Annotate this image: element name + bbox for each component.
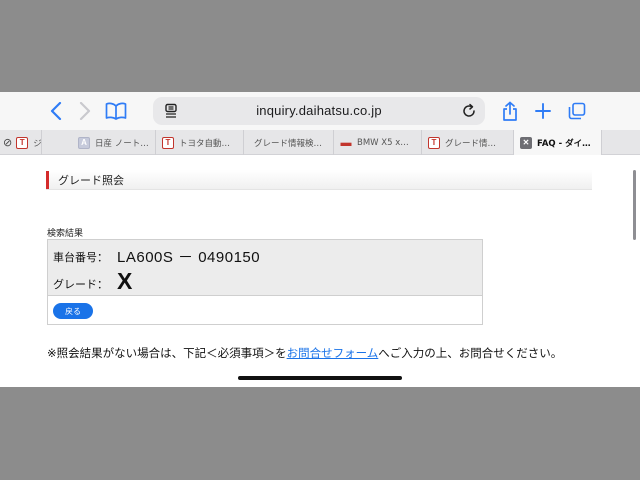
notice-text: ※照会結果がない場合は、下記＜必須事項＞をお問合せフォームへご入力の上、お問合せ… [47,345,562,361]
notice-prefix: ※照会結果がない場合は、下記＜必須事項＞を [47,346,287,360]
notice-suffix: へご入力の上、お問合せください。 [378,346,563,360]
toyota-t-favicon: T [428,136,440,149]
browser-toolbar: inquiry.daihatsu.co.jp [0,92,640,130]
chassis-number-value: LA600S － 0490150 [117,249,261,266]
address-bar[interactable]: inquiry.daihatsu.co.jp [153,97,485,125]
grade-value: X [117,268,133,294]
toyota-t-favicon: T [162,136,174,149]
browser-window: inquiry.daihatsu.co.jp ⊘ T ジ A 日産 ノート… T… [0,92,640,387]
back-nav-button[interactable] [43,98,69,124]
home-indicator[interactable] [238,376,402,380]
tab-bar: ⊘ T ジ A 日産 ノート… T トヨタ自動… グレード情報検… ▬ BMW … [0,130,640,155]
tab-grade-search[interactable]: グレード情報検… [244,130,334,155]
result-table: 車台番号： LA600S － 0490150 グレード： X 戻る [47,239,483,325]
tab-faq-active[interactable]: ✕ FAQ - ダイ… [514,130,602,155]
chevron-right-icon [79,102,91,120]
tab-grade-info[interactable]: T グレード情… [422,130,514,155]
tab-title: トヨタ自動… [179,138,231,149]
tab-title: 日産 ノート… [95,138,149,149]
tab-overview-button[interactable] [564,98,590,124]
tab-title: ジ [33,138,42,149]
section-accent-bar [46,171,49,189]
result-caption: 検索結果 [47,229,84,239]
tab-title: BMW X5 x… [357,137,409,148]
reload-icon[interactable] [461,103,477,119]
book-icon [105,102,127,120]
grade-label: グレード： [53,278,108,291]
section-header: グレード照会 [46,170,592,190]
tab-bmw[interactable]: ▬ BMW X5 x… [334,130,422,155]
result-rows: 車台番号： LA600S － 0490150 グレード： X [48,240,482,296]
pinned-tab-icon: ⊘ [3,136,13,149]
tabs-icon [568,102,586,120]
tab-toyota[interactable]: T トヨタ自動… [156,130,244,155]
forward-nav-button[interactable] [72,98,98,124]
bookmarks-button[interactable] [103,98,129,124]
tab-title: グレード情報検… [254,138,323,149]
tab-pinned-1[interactable]: ⊘ T ジ [0,130,42,155]
plus-icon [535,103,551,119]
chassis-number-label: 車台番号： [53,251,108,264]
back-button[interactable]: 戻る [53,303,93,319]
inquiry-form-link[interactable]: お問合せフォーム [287,346,379,360]
scrollbar[interactable] [633,170,636,240]
chevron-left-icon [50,102,62,120]
tab-title: グレード情… [445,138,497,149]
section-title: グレード照会 [58,174,124,187]
close-tab-icon[interactable]: ✕ [520,136,532,149]
tab-nissan[interactable]: A 日産 ノート… [72,130,156,155]
page-content: グレード照会 検索結果 車台番号： LA600S － 0490150 グレード：… [0,156,640,387]
new-tab-button[interactable] [530,98,556,124]
toyota-t-favicon: T [16,136,29,149]
car-favicon: ▬ [340,136,352,149]
generic-favicon: A [78,136,90,149]
share-button[interactable] [497,98,523,124]
url-text[interactable]: inquiry.daihatsu.co.jp [153,103,485,118]
share-icon [503,101,517,121]
tab-title: FAQ - ダイ… [537,138,591,149]
